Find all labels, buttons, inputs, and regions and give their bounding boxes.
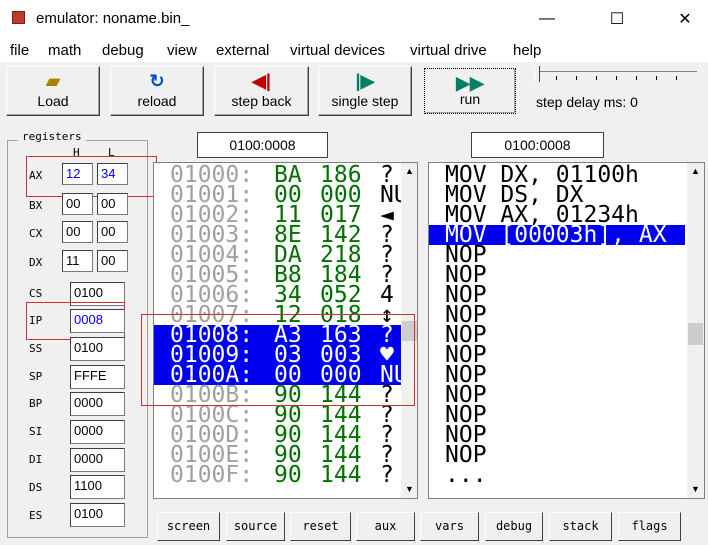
- ax-high-field[interactable]: 12: [62, 163, 93, 185]
- screen-button[interactable]: screen: [157, 512, 220, 541]
- menu-debug[interactable]: debug: [102, 42, 144, 59]
- disasm-row[interactable]: ...: [429, 464, 685, 487]
- menu-virtual-devices[interactable]: virtual devices: [290, 42, 385, 59]
- menu-external[interactable]: external: [216, 42, 269, 59]
- slider-tick: [616, 76, 617, 80]
- bx-low-field[interactable]: 00: [97, 193, 128, 215]
- reg-label-ip: IP: [29, 314, 43, 327]
- dx-low-field[interactable]: 00: [97, 250, 128, 272]
- step-back-label: step back: [231, 93, 292, 109]
- slider-thumb[interactable]: [534, 66, 540, 82]
- reg-label-si: SI: [29, 425, 43, 438]
- stack-button[interactable]: stack: [549, 512, 612, 541]
- chip-icon: [12, 11, 25, 24]
- disasm-address-field[interactable]: 0100:0008: [471, 132, 604, 158]
- load-label: Load: [37, 93, 69, 109]
- disassembly-list[interactable]: MOV DX, 01100h MOV DS, DX MOV AX, 01234h…: [428, 162, 705, 499]
- slider-tick: [636, 76, 637, 80]
- load-button[interactable]: ▰ Load: [6, 66, 100, 116]
- reg-label-dx: DX: [29, 256, 43, 269]
- disasm-scroll-thumb[interactable]: [688, 323, 703, 345]
- es-field[interactable]: 0100: [70, 503, 125, 527]
- step-back-button[interactable]: ◀| step back: [214, 66, 309, 116]
- reg-label-bp: BP: [29, 397, 43, 410]
- window-title: emulator: noname.bin_: [36, 10, 190, 27]
- reg-label-di: DI: [29, 453, 43, 466]
- menu-file[interactable]: file: [10, 42, 29, 59]
- reg-label-ds: DS: [29, 481, 43, 494]
- registers-title: registers: [18, 130, 86, 143]
- ax-low-field[interactable]: 34: [97, 163, 128, 185]
- menu-virtual-drive[interactable]: virtual drive: [410, 42, 487, 59]
- scroll-down-icon[interactable]: ▼: [401, 481, 417, 498]
- cx-low-field[interactable]: 00: [97, 221, 128, 243]
- slider-tick: [676, 76, 677, 80]
- maximize-button[interactable]: ☐: [594, 0, 640, 38]
- memory-char: ?: [380, 462, 394, 488]
- minimize-button[interactable]: —: [524, 0, 570, 38]
- ds-field[interactable]: 1100: [70, 475, 125, 499]
- reload-button[interactable]: ↻ reload: [110, 66, 204, 116]
- scroll-down-icon[interactable]: ▼: [687, 481, 704, 498]
- open-folder-icon: ▰: [46, 71, 60, 91]
- memory-dec: 144: [320, 462, 362, 488]
- sp-field[interactable]: FFFE: [70, 365, 125, 389]
- single-step-label: single step: [331, 93, 399, 109]
- slider-tick: [576, 76, 577, 80]
- bp-field[interactable]: 0000: [70, 392, 125, 416]
- single-step-button[interactable]: |▶ single step: [318, 66, 412, 116]
- menu-help[interactable]: help: [513, 42, 541, 59]
- single-step-icon: |▶: [355, 71, 375, 91]
- reg-label-bx: BX: [29, 199, 43, 212]
- reload-label: reload: [137, 93, 177, 109]
- memory-row[interactable]: 0100F: 90 144?: [154, 462, 402, 488]
- scroll-up-icon[interactable]: ▲: [401, 163, 417, 180]
- di-field[interactable]: 0000: [70, 448, 125, 472]
- slider-tick: [656, 76, 657, 80]
- close-button[interactable]: ✕: [662, 0, 708, 38]
- run-label: run: [459, 91, 481, 107]
- slider-tick: [596, 76, 597, 80]
- scroll-up-icon[interactable]: ▲: [687, 163, 704, 180]
- memory-address: 0100F:: [170, 462, 254, 488]
- aux-button[interactable]: aux: [356, 512, 415, 541]
- debug-button[interactable]: debug: [485, 512, 543, 541]
- vars-button[interactable]: vars: [420, 512, 479, 541]
- slider-tick: [556, 76, 557, 80]
- flags-button[interactable]: flags: [618, 512, 681, 541]
- reset-button[interactable]: reset: [290, 512, 351, 541]
- ip-field[interactable]: 0008: [70, 309, 125, 333]
- dx-high-field[interactable]: 11: [62, 250, 93, 272]
- menu-view[interactable]: view: [167, 42, 197, 59]
- memory-highlight: [141, 314, 415, 406]
- step-delay-slider[interactable]: [537, 71, 697, 72]
- run-button[interactable]: ▶▶ run: [424, 68, 516, 114]
- reg-label-es: ES: [29, 509, 43, 522]
- memory-address-field[interactable]: 0100:0008: [197, 132, 328, 158]
- bx-high-field[interactable]: 00: [62, 193, 93, 215]
- reload-icon: ↻: [149, 71, 165, 91]
- reg-label-ax: AX: [29, 169, 43, 182]
- reg-label-cs: CS: [29, 287, 43, 300]
- menu-math[interactable]: math: [48, 42, 81, 59]
- ss-field[interactable]: 0100: [70, 337, 125, 361]
- source-button[interactable]: source: [226, 512, 285, 541]
- step-back-icon: ◀|: [252, 71, 271, 91]
- reg-label-cx: CX: [29, 227, 43, 240]
- step-delay-label: step delay ms: 0: [536, 94, 638, 110]
- cx-high-field[interactable]: 00: [62, 221, 93, 243]
- reg-label-ss: SS: [29, 342, 43, 355]
- si-field[interactable]: 0000: [70, 420, 125, 444]
- memory-hex: 90: [274, 462, 302, 488]
- reg-label-sp: SP: [29, 370, 43, 383]
